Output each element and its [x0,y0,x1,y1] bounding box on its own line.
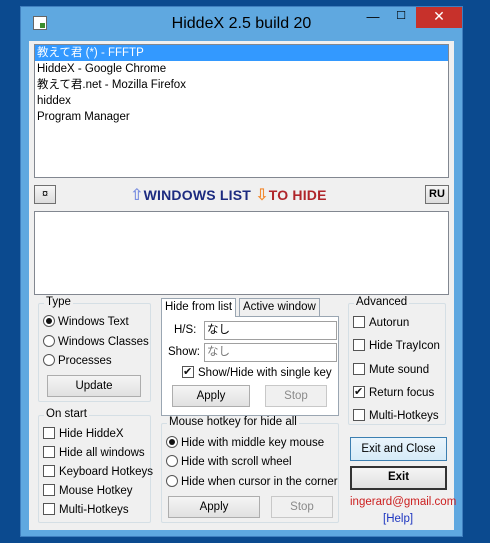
list-item[interactable]: hiddex [35,93,448,109]
check-mute-sound[interactable]: Mute sound [353,362,429,378]
to-hide-label: TO HIDE [268,187,327,203]
title-bar[interactable]: HiddeX 2.5 build 20 — ☐ ✕ [21,7,462,41]
option-label: Windows Classes [58,336,149,348]
mouse-apply-button[interactable]: Apply [168,496,260,518]
radio-middle-key[interactable]: Hide with middle key mouse [166,435,324,451]
windows-list-label: WINDOWS LIST [143,187,251,203]
tab-stop-button[interactable]: Stop [265,385,327,407]
maximize-button[interactable]: ☐ [387,7,415,28]
tab-hide-from-list[interactable]: Hide from list [161,298,237,317]
check-return-focus[interactable]: Return focus [353,384,435,401]
option-label: Mute sound [369,364,430,376]
checkbox-icon [353,339,365,351]
on-start-group-title: On start [44,408,89,420]
list-item[interactable]: 教えて君.net - Mozilla Firefox [35,77,448,93]
up-arrow-icon: ⇧ [130,187,144,204]
hidden-windows-listbox[interactable] [34,211,449,295]
hotkey-tabs: Hide from list Active window H/S: なし Sho… [161,298,339,416]
radio-scroll-wheel[interactable]: Hide with scroll wheel [166,454,292,470]
radio-icon [166,475,178,487]
update-button[interactable]: Update [47,375,141,397]
language-button[interactable]: RU [425,185,449,204]
checkbox-icon [43,503,55,515]
list-item[interactable]: Program Manager [35,109,448,125]
option-label: Hide when cursor in the corner [181,476,338,488]
checkbox-icon [43,484,55,496]
checkbox-icon [43,465,55,477]
hs-hotkey-field[interactable]: なし [204,321,337,340]
checkbox-icon [353,316,365,328]
client-area: 教えて君 (*) - FFFTP HiddeX - Google Chrome … [29,41,456,530]
radio-windows-text[interactable]: Windows Text [43,314,129,330]
checkbox-icon [182,364,194,380]
down-arrow-icon: ⇩ [255,187,269,204]
advanced-group: Advanced Autorun Hide TrayIcon Mute soun… [348,296,446,425]
radio-processes[interactable]: Processes [43,353,112,369]
check-single-key[interactable]: Show/Hide with single key [182,364,332,381]
list-item[interactable]: 教えて君 (*) - FFFTP [35,45,448,61]
check-autorun[interactable]: Autorun [353,315,409,331]
hs-label: H/S: [174,324,197,336]
help-link[interactable]: [Help] [383,513,413,525]
type-group: Type Windows Text Windows Classes Proces… [38,296,151,402]
mouse-hotkey-group-title: Mouse hotkey for hide all [167,416,299,428]
option-label: Return focus [369,387,435,399]
app-window: HiddeX 2.5 build 20 — ☐ ✕ 教えて君 (*) - FFF… [20,6,463,537]
minimize-button[interactable]: — [359,7,387,28]
check-adv-multi-hotkeys[interactable]: Multi-Hotkeys [353,408,439,424]
mouse-hotkey-group: Mouse hotkey for hide all Hide with midd… [161,416,339,523]
checkbox-icon [43,446,55,458]
checkbox-icon [353,384,365,400]
option-label: Processes [58,355,112,367]
option-label: Hide with middle key mouse [181,437,325,449]
author-email-link[interactable]: ingerard@gmail.com [350,496,456,508]
list-divider-bar: ¤ ⇧WINDOWS LIST ⇩TO HIDE RU [34,184,449,206]
check-hide-hiddex[interactable]: Hide HiddeX [43,426,124,442]
radio-icon [43,315,55,327]
option-label: Windows Text [58,316,129,328]
tab-panel: H/S: なし Show: なし Show/Hide with single k… [161,316,339,416]
on-start-group: On start Hide HiddeX Hide all windows Ke… [38,408,153,523]
option-label: Multi-Hotkeys [369,410,439,422]
radio-icon [43,354,55,366]
list-direction-label: ⇧WINDOWS LIST ⇩TO HIDE [130,185,327,205]
check-hide-all-windows[interactable]: Hide all windows [43,445,145,461]
option-label: Hide all windows [59,447,145,459]
check-multi-hotkeys[interactable]: Multi-Hotkeys [43,502,129,518]
option-label: Keyboard Hotkeys [59,466,153,478]
exit-button[interactable]: Exit [350,466,447,490]
option-label: Multi-Hotkeys [59,504,129,516]
list-item[interactable]: HiddeX - Google Chrome [35,61,448,77]
radio-cursor-corner[interactable]: Hide when cursor in the corner [166,474,338,490]
checkbox-icon [353,409,365,421]
option-label: Hide with scroll wheel [181,456,292,468]
radio-icon [43,335,55,347]
tab-active-window[interactable]: Active window [239,298,320,316]
option-label: Mouse Hotkey [59,485,133,497]
close-button[interactable]: ✕ [416,7,462,28]
option-label: Hide TrayIcon [369,340,440,352]
show-label: Show: [168,346,200,358]
exit-and-close-button[interactable]: Exit and Close [350,437,447,461]
show-hotkey-field[interactable]: なし [204,343,337,362]
checkbox-icon [43,427,55,439]
option-label: Hide HiddeX [59,428,124,440]
check-keyboard-hotkeys[interactable]: Keyboard Hotkeys [43,464,153,480]
radio-icon [166,436,178,448]
option-label: Autorun [369,317,410,329]
windows-listbox[interactable]: 教えて君 (*) - FFFTP HiddeX - Google Chrome … [34,44,449,178]
option-label: Show/Hide with single key [198,367,332,379]
mouse-stop-button[interactable]: Stop [271,496,333,518]
radio-icon [166,455,178,467]
advanced-group-title: Advanced [354,296,410,308]
pin-button[interactable]: ¤ [34,185,56,204]
radio-windows-classes[interactable]: Windows Classes [43,334,149,350]
checkbox-icon [353,363,365,375]
check-hide-trayicon[interactable]: Hide TrayIcon [353,338,440,354]
tab-apply-button[interactable]: Apply [172,385,250,407]
check-mouse-hotkey[interactable]: Mouse Hotkey [43,483,133,499]
type-group-title: Type [44,296,73,308]
